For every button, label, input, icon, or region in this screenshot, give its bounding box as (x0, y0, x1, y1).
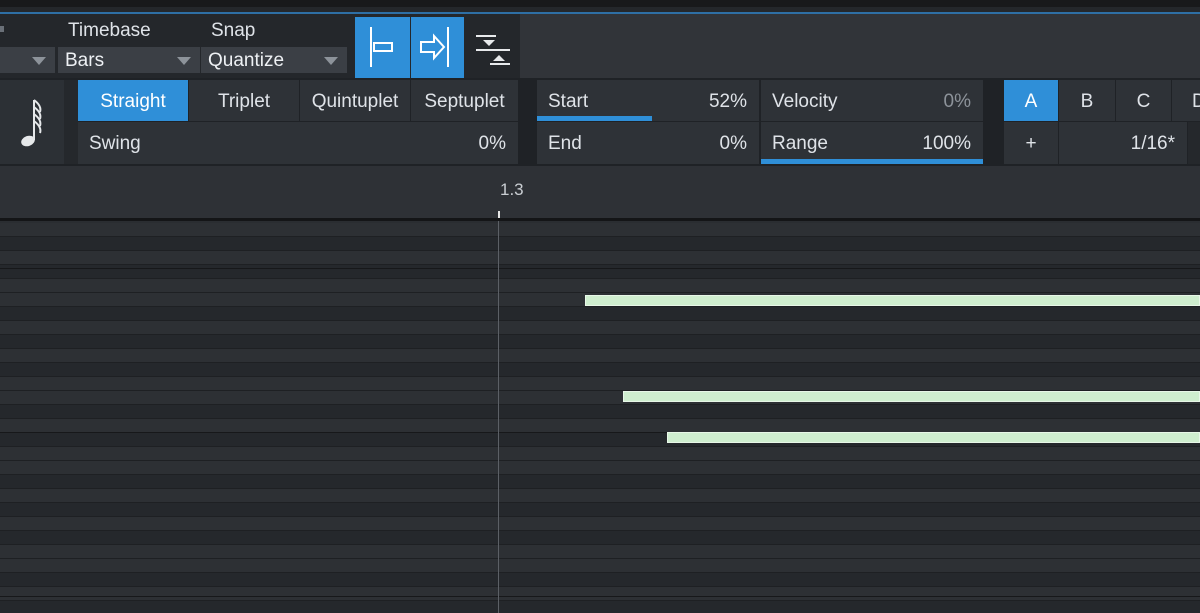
ruler-position-label: 1.3 (500, 180, 524, 199)
swing-label: Swing (89, 133, 141, 154)
velocity-control[interactable]: Velocity 0% (761, 80, 983, 121)
midi-note[interactable] (667, 432, 1200, 443)
snap-value: Quantize (208, 50, 285, 71)
swing-control[interactable]: Swing 0% (78, 122, 518, 164)
snap-label: Snap (211, 20, 256, 41)
start-level-bar (537, 116, 652, 121)
timebase-label: Timebase (68, 20, 151, 41)
panel-divider (64, 80, 78, 164)
range-label: Range (772, 133, 828, 154)
preset-d-button[interactable]: D (1172, 80, 1200, 121)
mode-triplet-button[interactable]: Triplet (189, 80, 299, 121)
key-row (0, 545, 1200, 559)
start-control[interactable]: Start 52% (537, 80, 759, 121)
range-control[interactable]: Range 100% (761, 122, 983, 164)
panel-edge (1188, 122, 1200, 164)
quantize-mode-button[interactable] (466, 17, 518, 78)
velocity-label: Velocity (772, 91, 838, 112)
key-row (0, 489, 1200, 503)
preset-b-button[interactable]: B (1059, 80, 1115, 121)
end-label: End (548, 133, 582, 154)
key-row (0, 447, 1200, 461)
key-row (0, 363, 1200, 377)
key-row (0, 321, 1200, 335)
key-row (0, 405, 1200, 419)
piano-roll-grid[interactable] (0, 221, 1200, 613)
note-value-icon (21, 99, 42, 147)
key-row (0, 475, 1200, 489)
octave-line (0, 596, 1200, 597)
key-row (0, 279, 1200, 293)
start-label: Start (548, 91, 589, 112)
grid-value: 1/16* (1130, 133, 1175, 154)
key-row (0, 559, 1200, 573)
key-row (0, 335, 1200, 349)
chevron-down-icon (324, 57, 338, 65)
snap-dropdown[interactable]: Quantize (201, 47, 347, 73)
key-row (0, 251, 1200, 265)
key-row (0, 307, 1200, 321)
timebase-dropdown[interactable]: Bars (58, 47, 200, 73)
midi-note[interactable] (585, 295, 1200, 306)
key-row (0, 531, 1200, 545)
swing-value: 0% (478, 133, 506, 154)
grid-value-display[interactable]: 1/16* (1059, 122, 1187, 164)
velocity-value: 0% (943, 91, 971, 112)
chevron-down-icon (32, 57, 46, 65)
preset-a-button[interactable]: A (1004, 80, 1058, 121)
key-row (0, 601, 1200, 613)
clipped-dropdown[interactable] (0, 47, 55, 73)
toolbar-empty-area (520, 14, 1200, 78)
timeline-ruler[interactable] (0, 166, 1200, 218)
preset-c-button[interactable]: C (1116, 80, 1171, 121)
note-value-selector[interactable] (0, 80, 64, 164)
end-value: 0% (719, 133, 747, 154)
add-preset-button[interactable]: + (1004, 122, 1058, 164)
chevron-down-icon (177, 57, 191, 65)
align-right-icon (420, 27, 449, 67)
key-row (0, 503, 1200, 517)
end-control[interactable]: End 0% (537, 122, 759, 164)
octave-line (0, 268, 1200, 269)
grid-beat-line (498, 221, 499, 613)
mode-straight-button[interactable]: Straight (78, 80, 188, 121)
clipped-indicator (0, 26, 4, 32)
mode-quintuplet-button[interactable]: Quintuplet (300, 80, 410, 121)
align-left-icon (370, 27, 393, 67)
quantize-end-button[interactable] (411, 17, 464, 78)
key-row (0, 587, 1200, 601)
midi-note[interactable] (623, 391, 1200, 402)
key-row (0, 223, 1200, 237)
timebase-value: Bars (65, 50, 105, 71)
key-row (0, 461, 1200, 475)
key-row (0, 237, 1200, 251)
key-row (0, 419, 1200, 433)
quantize-start-button[interactable] (355, 17, 410, 78)
range-value: 100% (922, 133, 971, 154)
key-row (0, 377, 1200, 391)
key-row (0, 349, 1200, 363)
mode-septuplet-button[interactable]: Septuplet (411, 80, 518, 121)
range-level-bar (761, 159, 983, 164)
start-value: 52% (708, 91, 747, 112)
preset-d-label: D (1192, 91, 1200, 112)
quantize-icon (476, 35, 510, 65)
key-row (0, 573, 1200, 587)
key-row (0, 517, 1200, 531)
window-top-bar (0, 0, 1200, 7)
